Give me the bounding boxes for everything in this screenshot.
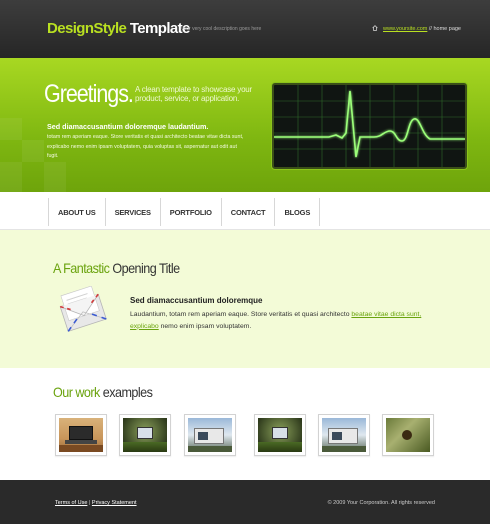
intro-title-accent: A Fantastic bbox=[53, 260, 110, 276]
intro-section: A Fantastic Opening Title Sed diamaccusa… bbox=[0, 230, 490, 368]
work-thumbnail-grass-monitor-2[interactable] bbox=[254, 414, 306, 456]
work-thumbnail-modern-house-2[interactable] bbox=[318, 414, 370, 456]
copyright: © 2009 Your Corporation. All rights rese… bbox=[327, 500, 435, 506]
work-thumbnail-laptop-desk[interactable] bbox=[55, 414, 107, 456]
terms-of-use-link[interactable]: Terms of Use bbox=[55, 500, 87, 506]
intro-heading: Sed diamaccusantium doloremque bbox=[130, 296, 263, 305]
footer: Terms of Use | Privacy Statement © 2009 … bbox=[0, 480, 490, 524]
nav-portfolio[interactable]: PORTFOLIO bbox=[161, 198, 222, 226]
top-links: www.yoursite.com // home page bbox=[372, 25, 461, 32]
footer-links: Terms of Use | Privacy Statement bbox=[55, 500, 137, 506]
site-link[interactable]: www.yoursite.com bbox=[383, 26, 427, 32]
work-thumbnail-grass-monitor[interactable] bbox=[119, 414, 171, 456]
tagline: your very cool description goes here bbox=[181, 26, 262, 32]
work-title-rest: examples bbox=[102, 384, 153, 400]
work-title-accent: Our work bbox=[53, 384, 100, 400]
logo[interactable]: DesignStyle Template bbox=[47, 20, 190, 37]
work-section: Our work examples bbox=[0, 368, 490, 480]
work-title: Our work examples bbox=[53, 384, 153, 400]
footer-divider: | bbox=[88, 500, 91, 506]
banner-text: totam rem aperiam eaque. Store veritatis… bbox=[47, 134, 244, 160]
logo-part1: DesignStyle bbox=[47, 20, 127, 37]
work-thumbnail-modern-house[interactable] bbox=[184, 414, 236, 456]
greeting-title: Greetings. bbox=[44, 80, 134, 108]
intro-text: Laudantium, totam rem aperiam eaque. Sto… bbox=[130, 311, 422, 330]
link-separator: // bbox=[428, 26, 432, 32]
work-thumbnail-grass-field[interactable] bbox=[382, 414, 434, 456]
privacy-statement-link[interactable]: Privacy Statement bbox=[92, 500, 137, 506]
nav-blogs[interactable]: BLOGS bbox=[275, 198, 321, 226]
hero-banner: Greetings. A clean template to showcase … bbox=[0, 58, 490, 192]
banner-heading: Sed diamaccusantium doloremque laudantiu… bbox=[47, 122, 209, 131]
greeting-subtitle: A clean template to showcase your produc… bbox=[135, 85, 253, 103]
home-page-link[interactable]: home page bbox=[433, 26, 461, 32]
nav-about-us[interactable]: ABOUT US bbox=[49, 198, 106, 226]
heartbeat-monitor-image bbox=[272, 83, 467, 169]
intro-title: A Fantastic Opening Title bbox=[53, 260, 180, 276]
envelope-icon bbox=[59, 286, 107, 332]
nav-contact[interactable]: CONTACT bbox=[222, 198, 276, 226]
home-icon bbox=[372, 25, 379, 31]
intro-title-rest: Opening Title bbox=[112, 260, 180, 276]
main-nav: ABOUT US SERVICES PORTFOLIO CONTACT BLOG… bbox=[0, 192, 490, 230]
header: DesignStyle Template your very cool desc… bbox=[0, 0, 490, 58]
nav-services[interactable]: SERVICES bbox=[106, 198, 161, 226]
